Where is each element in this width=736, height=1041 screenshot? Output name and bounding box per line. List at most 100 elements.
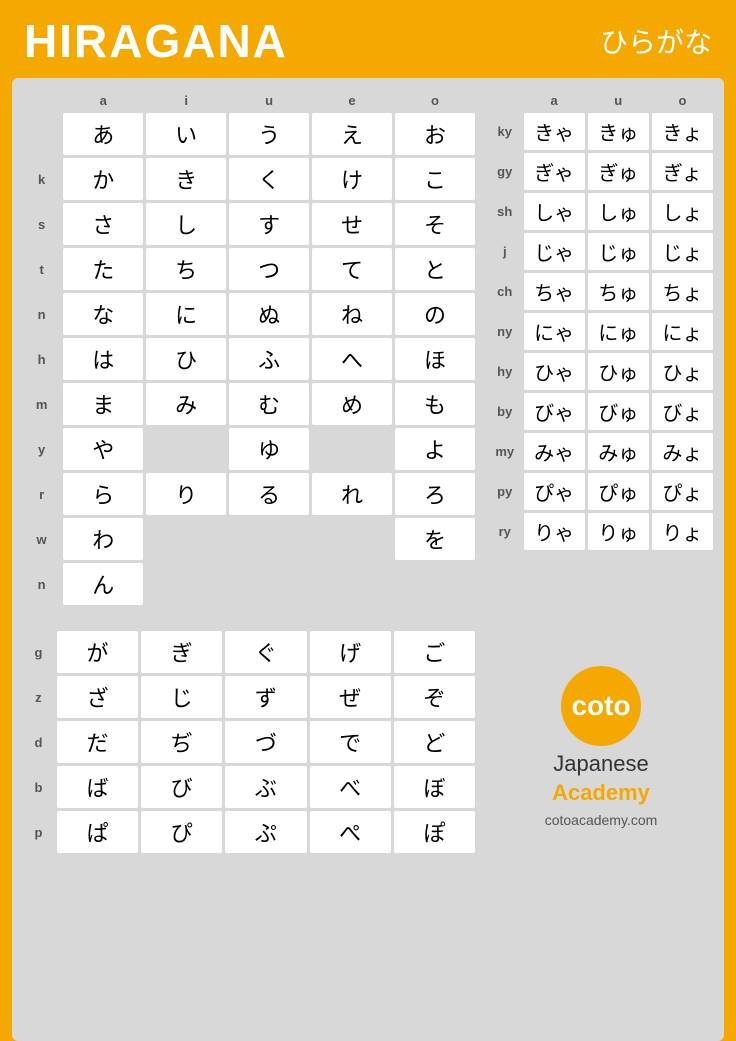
kana-cell: ぬ: [229, 293, 309, 335]
kana-cell: し: [146, 203, 226, 245]
kana-cell: の: [395, 293, 475, 335]
kana-cell: お: [395, 113, 475, 155]
kana-cell: ぽ: [394, 811, 475, 853]
kana-cell: ぞ: [394, 676, 475, 718]
combination-hiragana-table: a u o kyきゃきゅきょgyぎゃぎゅぎょshしゃしゅしょjじゃじゅじょchち…: [486, 88, 716, 553]
kana-cell: じゃ: [524, 233, 585, 270]
kana-cell: きょ: [652, 113, 713, 150]
kana-cell: ぎゃ: [524, 153, 585, 190]
kana-cell: さ: [63, 203, 143, 245]
vowel-o: o: [395, 91, 475, 110]
kana-cell: で: [310, 721, 391, 763]
kana-cell: ぴゃ: [524, 473, 585, 510]
main-hiragana-table: a i u e o あいうえおkかきくけこsさしすせそtたちつてとnなにぬねのh…: [20, 88, 478, 608]
academy-line2: Academy: [552, 780, 650, 805]
kana-cell: びゅ: [588, 393, 649, 430]
vowel-i: i: [146, 91, 226, 110]
academy-name: Japanese Academy: [552, 750, 650, 807]
kana-cell: りゃ: [524, 513, 585, 550]
kana-cell: こ: [395, 158, 475, 200]
kana-cell: [146, 518, 226, 560]
consonant-label: py: [489, 473, 521, 510]
kana-cell: ひょ: [652, 353, 713, 390]
kana-cell: よ: [395, 428, 475, 470]
kana-cell: ご: [394, 631, 475, 673]
kana-cell: く: [229, 158, 309, 200]
table-row: hはひふへほ: [23, 338, 475, 380]
table-row: byびゃびゅびょ: [489, 393, 713, 430]
kana-cell: を: [395, 518, 475, 560]
kana-cell: せ: [312, 203, 392, 245]
consonant-label: k: [23, 158, 60, 200]
consonant-label: p: [23, 811, 54, 853]
kana-cell: みょ: [652, 433, 713, 470]
kana-cell: つ: [229, 248, 309, 290]
kana-cell: ぴょ: [652, 473, 713, 510]
kana-cell: ぢ: [141, 721, 222, 763]
consonant-label: [23, 113, 60, 155]
kana-cell: ろ: [395, 473, 475, 515]
kana-cell: づ: [225, 721, 306, 763]
kana-cell: [312, 428, 392, 470]
table-row: gがぎぐげご: [23, 631, 475, 673]
kana-cell: み: [146, 383, 226, 425]
kana-cell: ず: [225, 676, 306, 718]
table-row: gyぎゃぎゅぎょ: [489, 153, 713, 190]
table-row: ryりゃりゅりょ: [489, 513, 713, 550]
kana-cell: ひゅ: [588, 353, 649, 390]
vowel-e: e: [312, 91, 392, 110]
kana-cell: が: [57, 631, 138, 673]
consonant-label: gy: [489, 153, 521, 190]
table-row: bばびぶべぼ: [23, 766, 475, 808]
kana-cell: れ: [312, 473, 392, 515]
dakuten-section: gがぎぐげごzざじずぜぞdだぢづでどbばびぶべぼpぱぴぷぺぽ: [20, 628, 478, 856]
page-header: HIRAGANA ひらがな: [0, 0, 736, 78]
kana-cell: じゅ: [588, 233, 649, 270]
kana-cell: きゃ: [524, 113, 585, 150]
kana-cell: め: [312, 383, 392, 425]
consonant-label: ny: [489, 313, 521, 350]
kana-cell: にゅ: [588, 313, 649, 350]
kana-cell: [146, 563, 226, 605]
kana-cell: りょ: [652, 513, 713, 550]
table-row: pぱぴぷぺぽ: [23, 811, 475, 853]
consonant-label: ky: [489, 113, 521, 150]
kana-cell: ぎょ: [652, 153, 713, 190]
consonant-label: sh: [489, 193, 521, 230]
kana-cell: [312, 563, 392, 605]
dakuten-table: gがぎぐげごzざじずぜぞdだぢづでどbばびぶべぼpぱぴぷぺぽ: [20, 628, 478, 856]
separator: [20, 614, 716, 622]
kana-cell: ぜ: [310, 676, 391, 718]
consonant-label: m: [23, 383, 60, 425]
kana-cell: た: [63, 248, 143, 290]
kana-cell: ぎ: [141, 631, 222, 673]
kana-cell: べ: [310, 766, 391, 808]
kana-cell: ぶ: [225, 766, 306, 808]
kana-cell: [312, 518, 392, 560]
consonant-label: y: [23, 428, 60, 470]
table-row: wわを: [23, 518, 475, 560]
top-section: a i u e o あいうえおkかきくけこsさしすせそtたちつてとnなにぬねのh…: [20, 88, 716, 608]
consonant-label: by: [489, 393, 521, 430]
table-row: nyにゃにゅにょ: [489, 313, 713, 350]
kana-cell: ん: [63, 563, 143, 605]
kana-cell: ち: [146, 248, 226, 290]
consonant-label: z: [23, 676, 54, 718]
right-table: a u o kyきゃきゅきょgyぎゃぎゅぎょshしゃしゅしょjじゃじゅじょchち…: [486, 88, 716, 608]
kana-cell: む: [229, 383, 309, 425]
table-row: あいうえお: [23, 113, 475, 155]
consonant-label: d: [23, 721, 54, 763]
kana-cell: り: [146, 473, 226, 515]
consonant-label: n: [23, 293, 60, 335]
kana-cell: みゃ: [524, 433, 585, 470]
kana-cell: か: [63, 158, 143, 200]
kana-cell: な: [63, 293, 143, 335]
consonant-label: g: [23, 631, 54, 673]
kana-cell: ね: [312, 293, 392, 335]
kana-cell: だ: [57, 721, 138, 763]
kana-cell: ゆ: [229, 428, 309, 470]
kana-cell: ぴ: [141, 811, 222, 853]
kana-cell: ば: [57, 766, 138, 808]
vowel-a: a: [63, 91, 143, 110]
kana-cell: ざ: [57, 676, 138, 718]
